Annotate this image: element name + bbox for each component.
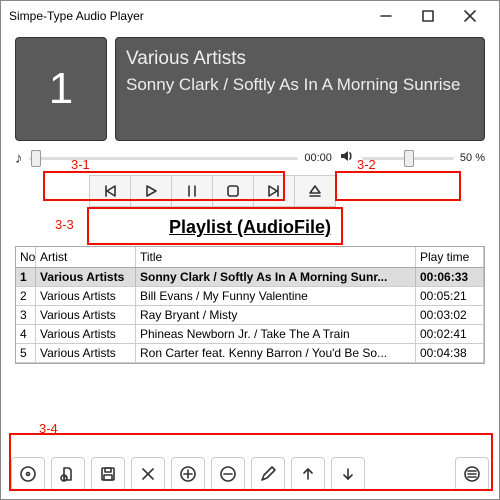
- album-art: 1: [15, 37, 107, 141]
- col-title[interactable]: Title: [136, 247, 416, 267]
- annotation-label-1: 3-1: [71, 157, 90, 172]
- titlebar: Simpe-Type Audio Player: [1, 1, 499, 31]
- seek-slider[interactable]: [29, 148, 299, 168]
- annotation-label-3: 3-3: [55, 217, 74, 232]
- annotation-label-4: 3-4: [39, 421, 58, 436]
- elapsed-time: 00:00: [304, 152, 332, 164]
- table-row[interactable]: 1Various ArtistsSonny Clark / Softly As …: [16, 268, 484, 287]
- playlist-title: Playlist (AudioFile): [1, 217, 499, 238]
- save-button[interactable]: [91, 457, 125, 491]
- delete-button[interactable]: [131, 457, 165, 491]
- menu-button[interactable]: [455, 457, 489, 491]
- stop-button[interactable]: [212, 175, 254, 207]
- track-info: Various Artists Sonny Clark / Softly As …: [115, 37, 485, 141]
- add-button[interactable]: [171, 457, 205, 491]
- table-row[interactable]: 2Various ArtistsBill Evans / My Funny Va…: [16, 287, 484, 306]
- music-note-icon: ♪: [15, 150, 23, 167]
- next-button[interactable]: [253, 175, 295, 207]
- pause-button[interactable]: [171, 175, 213, 207]
- close-button[interactable]: [449, 2, 491, 30]
- table-row[interactable]: 4Various ArtistsPhineas Newborn Jr. / Ta…: [16, 325, 484, 344]
- minimize-button[interactable]: [365, 2, 407, 30]
- eject-button[interactable]: [294, 175, 336, 207]
- col-time[interactable]: Play time: [416, 247, 484, 267]
- open-file-button[interactable]: [51, 457, 85, 491]
- track-title: Sonny Clark / Softly As In A Morning Sun…: [126, 73, 474, 97]
- playlist-table: No Artist Title Play time 1Various Artis…: [15, 246, 485, 364]
- disc-button[interactable]: [11, 457, 45, 491]
- play-button[interactable]: [130, 175, 172, 207]
- edit-button[interactable]: [251, 457, 285, 491]
- window-title: Simpe-Type Audio Player: [9, 9, 144, 23]
- transport-bar: [89, 175, 499, 207]
- track-number: 1: [49, 64, 73, 114]
- volume-percent: 50 %: [460, 152, 485, 164]
- track-artist: Various Artists: [126, 46, 474, 73]
- volume-icon: [338, 147, 356, 169]
- move-up-button[interactable]: [291, 457, 325, 491]
- move-down-button[interactable]: [331, 457, 365, 491]
- annotation-label-2: 3-2: [357, 157, 376, 172]
- col-artist[interactable]: Artist: [36, 247, 136, 267]
- maximize-button[interactable]: [407, 2, 449, 30]
- table-row[interactable]: 3Various ArtistsRay Bryant / Misty00:03:…: [16, 306, 484, 325]
- now-playing: 1 Various Artists Sonny Clark / Softly A…: [15, 37, 485, 141]
- col-no[interactable]: No: [16, 247, 36, 267]
- bottom-toolbar: [11, 457, 489, 491]
- table-row[interactable]: 5Various ArtistsRon Carter feat. Kenny B…: [16, 344, 484, 363]
- remove-button[interactable]: [211, 457, 245, 491]
- prev-button[interactable]: [89, 175, 131, 207]
- table-header: No Artist Title Play time: [15, 246, 485, 268]
